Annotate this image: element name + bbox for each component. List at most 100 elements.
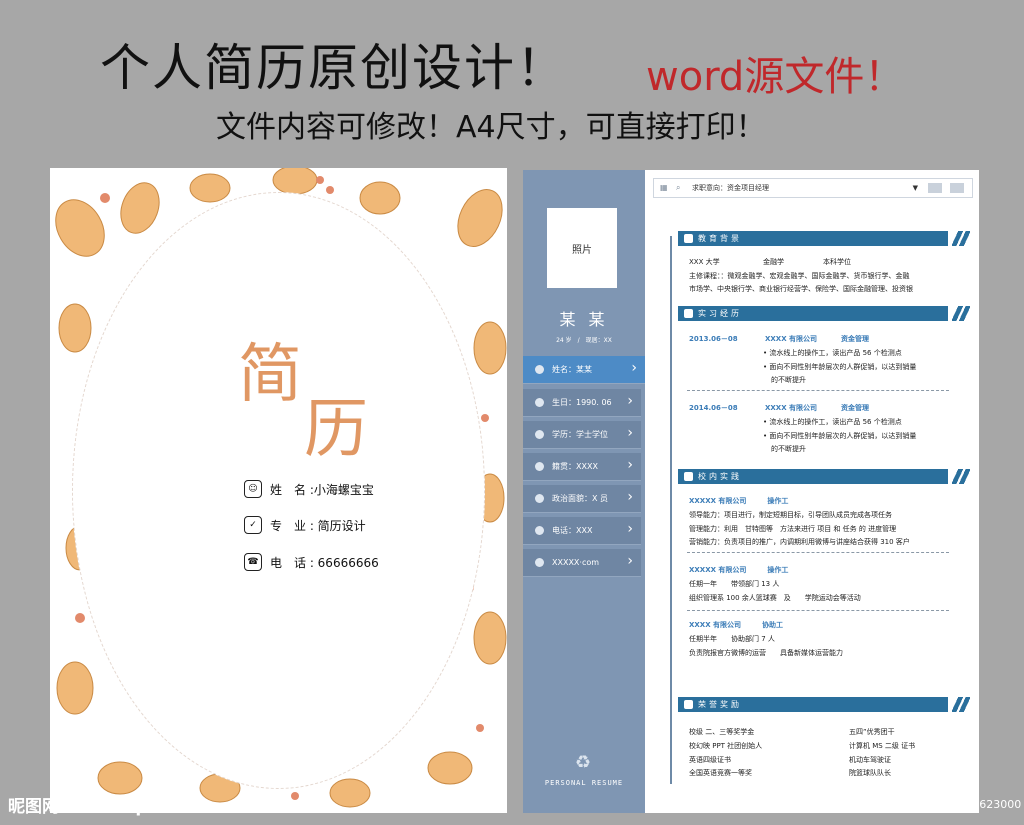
job-intent-bar[interactable]: ▦ ⌕ 求职意向：资金项目经理 ▼ [653, 178, 973, 198]
chevron-down-icon[interactable]: ▼ [913, 184, 918, 192]
sidebar-item-label: 电话：XXX [552, 526, 593, 535]
graduation-icon [684, 234, 693, 243]
chart-icon [684, 472, 693, 481]
edu-major: 金融学 [763, 258, 784, 266]
slash-decoration [952, 231, 970, 246]
intern-date: 2014.06－08 [689, 404, 738, 412]
edu-degree: 本科学位 [823, 258, 851, 266]
slash-decoration [952, 306, 970, 321]
card-icon [928, 183, 942, 193]
intern-line: • 流水线上的操作工，读出产品 56 个检测点 [763, 349, 902, 357]
edu-courses-1: 主修课程：：微观金融学、宏观金融学、国际金融学、货币银行学、金融 [689, 272, 910, 280]
cover-profession-row: ✓ 专 业 : 简历设计 [244, 514, 366, 536]
campus-line: 任期半年 协助部门 7 人 [689, 635, 775, 643]
cover-page: 简 历 ☺ 姓 名 :小海螺宝宝 ✓ 专 业 : 简历设计 ☎ 电 话 : 66… [50, 168, 507, 813]
campus-line: 任期一年 带领部门 13 人 [689, 580, 780, 588]
photo-placeholder: 照片 [547, 208, 617, 288]
intern-line-text: 流水线上的操作工，读出产品 56 个检测点 [769, 418, 902, 426]
intern-line-cont: 的不断提升 [771, 376, 806, 384]
sidebar-item-birthday[interactable]: 生日：1990. 06 › [523, 389, 641, 417]
sidebar-item-political[interactable]: 政治面貌：X 员 › [523, 485, 641, 513]
sidebar-item-education[interactable]: 学历：学士学位 › [523, 421, 641, 449]
section-campus: 校内实践 [678, 469, 970, 484]
mail-icon [950, 183, 964, 193]
section-education: 教育背景 [678, 231, 970, 246]
section-honors: 荣誉奖励 [678, 697, 970, 712]
cover-phone-row: ☎ 电 话 : 66666666 [244, 551, 379, 573]
campus-line: 营销能力：负责项目的推广，内调期利用微博与讲座结合获得 310 客户 [689, 538, 910, 546]
honor-right: 五四”优秀团干 [849, 728, 895, 736]
intern-company: XXXX 有限公司 [765, 335, 818, 343]
timeline-line [670, 236, 672, 784]
headline: 个人简历原创设计！ word源文件！ [0, 22, 1024, 100]
honor-left: 英语四级证书 [689, 756, 731, 764]
cover-name: 姓 名 :小海螺宝宝 [270, 482, 374, 497]
cover-profession: 专 业 : 简历设计 [270, 518, 366, 533]
person-icon: ☺ [244, 480, 262, 498]
intern-line: • 面向不同性别年龄层次的人群促销，以达到销量 [763, 363, 917, 371]
resume-name: 某 某 [559, 310, 609, 329]
divider [687, 390, 949, 391]
resume-page: 照片 某 某 24 岁 / 现居：XX 姓名：某某 › 生日：1990. 06 … [523, 170, 979, 813]
graduation-icon [535, 430, 544, 439]
windows-icon: ▦ [660, 183, 668, 192]
sidebar-item-label: 学历：学士学位 [552, 430, 608, 439]
chevron-right-icon: › [627, 521, 633, 537]
user-icon [535, 365, 544, 374]
campus-title: XXXXX 有限公司 操作工 [689, 497, 789, 505]
trophy-icon [684, 700, 693, 709]
campus-line: 负责院报官方微博的运营 具备新媒体运营能力 [689, 649, 843, 657]
chevron-right-icon: › [627, 489, 633, 505]
intern-line-cont: 的不断提升 [771, 445, 806, 453]
intern-line-text: 面向不同性别年龄层次的人群促销，以达到销量 [769, 432, 917, 440]
sidebar-item-label: 籍贯：XXXX [552, 462, 598, 471]
slash-decoration [952, 469, 970, 484]
honor-left: 校级 二、三等奖学金 [689, 728, 755, 736]
thumb-icon: ✓ [244, 516, 262, 534]
chevron-right-icon: › [627, 457, 633, 473]
edu-courses-2: 市场学、中央银行学、商业银行经营学、保险学、国际金融管理、投资银 [689, 285, 913, 293]
resume-age-line: 24 岁 / 现居：XX [556, 337, 612, 344]
headline-main: 个人简历原创设计！ [100, 39, 568, 97]
sidebar-item-email[interactable]: XXXXX·com › [523, 549, 641, 577]
personal-resume-label: PERSONAL RESUME [544, 779, 624, 787]
recycle-icon: ♻ [575, 752, 592, 773]
subline: 文件内容可修改！A4尺寸，可直接打印！ [216, 110, 766, 145]
honor-left: 全国英语竞赛一等奖 [689, 769, 752, 777]
section-title: 荣誉奖励 [698, 700, 742, 709]
cover-name-row: ☺ 姓 名 :小海螺宝宝 [244, 478, 374, 500]
section-title: 实习经历 [698, 309, 742, 318]
briefcase-icon [684, 309, 693, 318]
calendar-icon [535, 398, 544, 407]
intern-line: • 面向不同性别年龄层次的人群促销，以达到销量 [763, 432, 917, 440]
resume-sidebar: 照片 某 某 24 岁 / 现居：XX 姓名：某某 › 生日：1990. 06 … [523, 170, 645, 813]
watermark-left: 昵图网 www.nipic.com [8, 797, 210, 817]
campus-title: XXXX 有限公司 协助工 [689, 621, 784, 629]
sidebar-item-label: 政治面貌：X 员 [552, 494, 609, 503]
sidebar-item-phone[interactable]: 电话：XXX › [523, 517, 641, 545]
honor-right: 机动车驾驶证 [849, 756, 891, 764]
section-title: 教育背景 [698, 234, 742, 243]
chevron-right-icon: › [631, 360, 637, 376]
edu-school: XXX 大学 [689, 258, 720, 266]
honor-left: 校幻映 PPT 社团创始人 [689, 742, 763, 750]
divider [687, 552, 949, 553]
intern-line-text: 面向不同性别年龄层次的人群促销，以达到销量 [769, 363, 917, 371]
phone-icon: ☎ [244, 553, 262, 571]
chevron-right-icon: › [627, 425, 633, 441]
campus-line: 领导能力：项目进行，制定短期目标，引导团队成员完成各项任务 [689, 511, 892, 519]
slash-decoration [952, 697, 970, 712]
intern-company: XXXX 有限公司 [765, 404, 818, 412]
campus-title: XXXXX 有限公司 操作工 [689, 566, 789, 574]
sidebar-item-name[interactable]: 姓名：某某 › [523, 356, 645, 384]
intern-date: 2013.06－08 [689, 335, 738, 343]
search-icon: ⌕ [676, 183, 681, 192]
sidebar-item-label: 生日：1990. 06 [552, 398, 612, 407]
home-icon [535, 462, 544, 471]
honor-right: 计算机 MS 二级 证书 [849, 742, 916, 750]
phone-icon [535, 526, 544, 535]
section-internship: 实习经历 [678, 306, 970, 321]
mail-icon [535, 558, 544, 567]
sidebar-item-hometown[interactable]: 籍贯：XXXX › [523, 453, 641, 481]
chevron-right-icon: › [627, 553, 633, 569]
